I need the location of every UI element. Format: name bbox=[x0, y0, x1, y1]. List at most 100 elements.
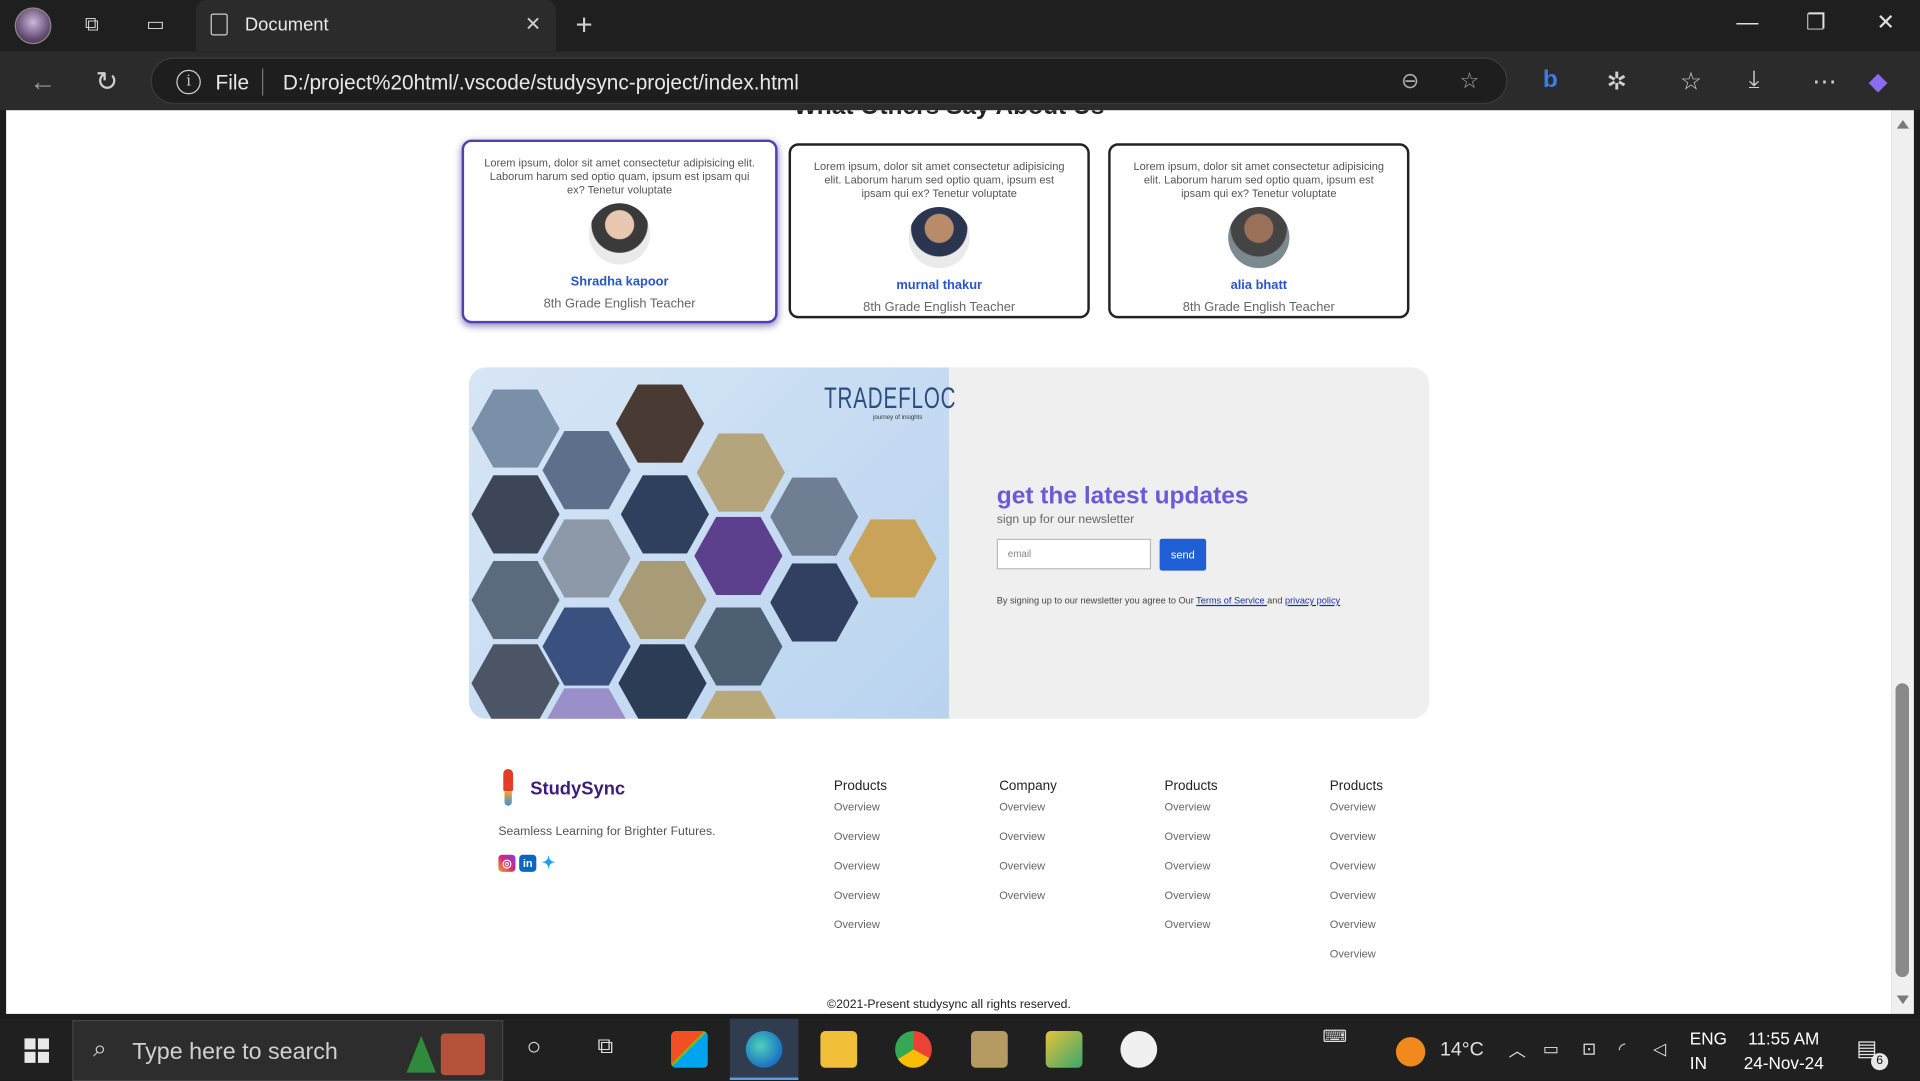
profile-avatar[interactable] bbox=[14, 7, 52, 45]
tab-actions-icon[interactable]: ▭ bbox=[142, 12, 169, 39]
testimonial-card[interactable]: Lorem ipsum, dolor sit amet consectetur … bbox=[1108, 143, 1410, 319]
newsletter-title: get the latest updates bbox=[996, 482, 1249, 510]
clock[interactable]: 11:55 AM 24-Nov-24 bbox=[1744, 1026, 1824, 1075]
battery-icon[interactable]: ▭ bbox=[1543, 1038, 1559, 1059]
tab-title: Document bbox=[244, 14, 329, 36]
footer-link[interactable]: Overview bbox=[1164, 918, 1217, 947]
downloads-icon[interactable]: ⤓ bbox=[1749, 66, 1760, 94]
footer-column-title: Company bbox=[999, 778, 1057, 794]
keyboard-icon[interactable]: ⌨ bbox=[1322, 1026, 1347, 1047]
tab-document[interactable]: Document ✕ bbox=[195, 0, 556, 52]
volume-icon[interactable]: ◁ bbox=[1653, 1038, 1666, 1059]
footer-link[interactable]: Overview bbox=[999, 830, 1057, 859]
github-icon[interactable] bbox=[1120, 1031, 1158, 1068]
footer-link[interactable]: Overview bbox=[1330, 860, 1383, 889]
newsletter-subtitle: sign up for our newsletter bbox=[996, 513, 1135, 527]
copilot-icon[interactable]: ◆ bbox=[1869, 66, 1888, 97]
testimonial-card[interactable]: Lorem ipsum, dolor sit amet consectetur … bbox=[461, 139, 778, 324]
twitter-icon[interactable]: ✦ bbox=[540, 854, 557, 872]
footer-link[interactable]: Overview bbox=[834, 860, 887, 889]
weather-temperature[interactable]: 14°C bbox=[1440, 1040, 1484, 1062]
footer-link[interactable]: Overview bbox=[1164, 889, 1217, 918]
microsoft-store-icon[interactable] bbox=[671, 1031, 708, 1068]
package-app-icon[interactable] bbox=[971, 1031, 1008, 1068]
testimonial-card[interactable]: Lorem ipsum, dolor sit amet consectetur … bbox=[788, 143, 1090, 319]
language-indicator[interactable]: ENG IN bbox=[1690, 1026, 1727, 1075]
privacy-policy-link[interactable]: privacy policy bbox=[1285, 595, 1340, 606]
footer-link[interactable]: Overview bbox=[1164, 801, 1217, 830]
edge-icon[interactable] bbox=[745, 1031, 783, 1068]
testimonial-text: Lorem ipsum, dolor sit amet consectetur … bbox=[813, 160, 1065, 200]
url-text[interactable]: D:/project%20html/.vscode/studysync-proj… bbox=[283, 71, 799, 95]
scroll-up-icon[interactable] bbox=[1896, 120, 1909, 129]
footer-link[interactable]: Overview bbox=[999, 860, 1057, 889]
zoom-out-icon[interactable]: ⊖ bbox=[1401, 69, 1419, 95]
newsletter-legal-text: By signing up to our newsletter you agre… bbox=[996, 595, 1341, 607]
testimonial-name: Shradha kapoor bbox=[570, 274, 669, 289]
testimonial-name: alia bhatt bbox=[1230, 277, 1288, 293]
footer-link[interactable]: Overview bbox=[999, 889, 1057, 918]
meet-now-icon[interactable]: ⊡ bbox=[1582, 1038, 1596, 1059]
footer-link[interactable]: Overview bbox=[1164, 860, 1217, 889]
footer-column-products: Products Overview Overview Overview Over… bbox=[1164, 779, 1217, 948]
footer-brand-name[interactable]: StudySync bbox=[530, 779, 625, 800]
footer-link[interactable]: Overview bbox=[1330, 889, 1383, 918]
new-tab-icon[interactable]: + bbox=[576, 9, 593, 43]
page-viewport: What Others Say About Us Lorem ipsum, do… bbox=[6, 110, 1892, 1014]
footer-column-title: Products bbox=[1164, 778, 1218, 794]
app-icon[interactable] bbox=[1045, 1031, 1083, 1068]
extensions-icon[interactable]: ✲ bbox=[1607, 66, 1628, 97]
chrome-icon[interactable] bbox=[895, 1031, 932, 1068]
close-tab-icon[interactable]: ✕ bbox=[525, 12, 541, 36]
leaders-collage-image: TRADEFLOC journey of insights bbox=[468, 367, 956, 719]
testimonial-avatar bbox=[908, 206, 970, 269]
more-options-icon[interactable]: ⋯ bbox=[1812, 66, 1836, 97]
weather-icon[interactable] bbox=[1395, 1037, 1426, 1067]
footer-link[interactable]: Overview bbox=[1330, 801, 1383, 830]
footer-link[interactable]: Overview bbox=[1330, 948, 1383, 977]
url-scheme: File bbox=[215, 71, 250, 95]
tradefloc-logo: TRADEFLOC bbox=[824, 382, 957, 416]
footer-link[interactable]: Overview bbox=[834, 918, 887, 947]
footer-link[interactable]: Overview bbox=[834, 830, 887, 859]
footer-column-products: Products Overview Overview Overview Over… bbox=[834, 779, 887, 948]
scroll-thumb[interactable] bbox=[1895, 683, 1909, 978]
chevron-up-icon[interactable]: ︿ bbox=[1509, 1038, 1526, 1062]
footer-column-products: Products Overview Overview Overview Over… bbox=[1330, 779, 1383, 977]
windows-taskbar: ⌕ Type here to search ○ ⧉ ⌨ 14°C ︿ ▭ ⊡ ◜… bbox=[0, 1018, 1920, 1081]
footer-link[interactable]: Overview bbox=[999, 801, 1057, 830]
footer-link[interactable]: Overview bbox=[834, 889, 887, 918]
page-scrollbar[interactable] bbox=[1891, 110, 1914, 1014]
windows-start-icon[interactable] bbox=[24, 1038, 49, 1063]
footer-link[interactable]: Overview bbox=[1330, 918, 1383, 947]
workspaces-icon[interactable]: ⧉ bbox=[78, 12, 105, 39]
favorites-icon[interactable]: ☆ bbox=[1680, 66, 1702, 97]
search-highlight-image bbox=[406, 1029, 490, 1078]
browser-navbar: ← ↻ i File D:/project%20html/.vscode/stu… bbox=[0, 51, 1920, 111]
favorite-star-icon[interactable]: ☆ bbox=[1460, 69, 1480, 95]
instagram-icon[interactable]: ◎ bbox=[498, 854, 516, 872]
terms-of-service-link[interactable]: Terms of Service bbox=[1196, 595, 1267, 606]
bing-icon[interactable]: b bbox=[1543, 66, 1558, 94]
address-bar[interactable]: i File D:/project%20html/.vscode/studysy… bbox=[150, 57, 1508, 105]
footer-link[interactable]: Overview bbox=[834, 801, 887, 830]
back-icon[interactable]: ← bbox=[29, 66, 56, 98]
task-view-icon[interactable]: ⧉ bbox=[598, 1033, 614, 1059]
file-explorer-icon[interactable] bbox=[820, 1031, 858, 1068]
section-heading: What Others Say About Us bbox=[6, 110, 1892, 121]
linkedin-icon[interactable]: in bbox=[519, 854, 537, 872]
wifi-icon[interactable]: ◜ bbox=[1619, 1038, 1626, 1059]
send-button[interactable]: send bbox=[1159, 538, 1207, 571]
footer-link[interactable]: Overview bbox=[1164, 830, 1217, 859]
close-window-icon[interactable]: ✕ bbox=[1861, 10, 1910, 36]
taskbar-search[interactable]: ⌕ Type here to search bbox=[72, 1020, 504, 1081]
refresh-icon[interactable]: ↻ bbox=[96, 66, 119, 98]
minimize-icon[interactable]: — bbox=[1723, 10, 1772, 36]
restore-icon[interactable]: ❐ bbox=[1791, 10, 1840, 36]
cortana-icon[interactable]: ○ bbox=[527, 1033, 542, 1061]
info-icon[interactable]: i bbox=[176, 69, 201, 95]
testimonial-role: 8th Grade English Teacher bbox=[543, 296, 696, 312]
email-input[interactable]: email bbox=[996, 538, 1152, 570]
footer-link[interactable]: Overview bbox=[1330, 830, 1383, 859]
scroll-down-icon[interactable] bbox=[1896, 995, 1909, 1005]
